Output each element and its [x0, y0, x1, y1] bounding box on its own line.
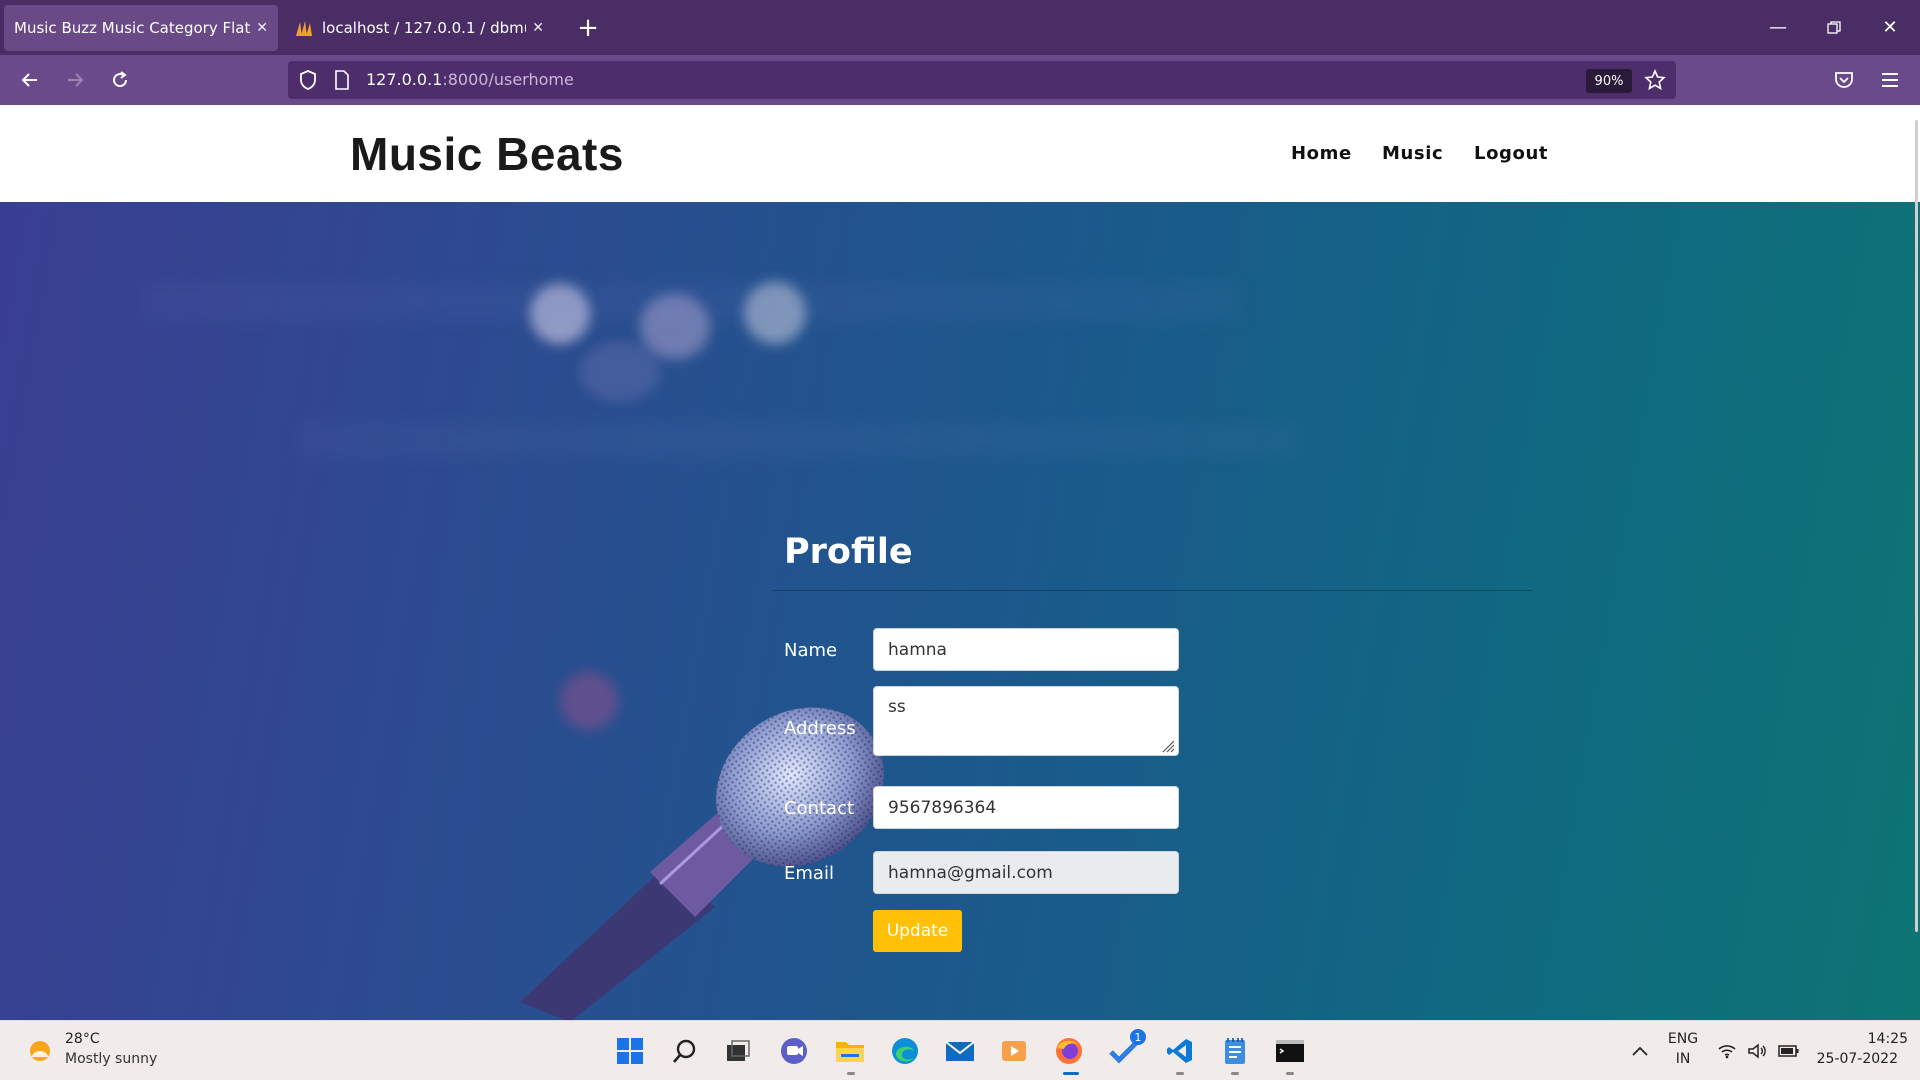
new-tab-button[interactable]: + — [574, 10, 602, 46]
running-indicator — [1286, 1072, 1294, 1075]
search-icon[interactable] — [669, 1035, 701, 1067]
page-viewport: Music Beats Home Music Logout Profile Na… — [0, 105, 1920, 1020]
tab-music-buzz[interactable]: Music Buzz Music Category Flat Boo ✕ — [4, 5, 278, 51]
tab-phpmyadmin[interactable]: localhost / 127.0.0.1 / dbmusicb ✕ — [284, 5, 554, 51]
url-bar[interactable]: 127.0.0.1:8000/userhome 90% — [288, 61, 1676, 99]
weather-temperature[interactable]: 28°C — [65, 1031, 100, 1047]
name-input[interactable]: hamna — [873, 628, 1179, 671]
pocket-icon[interactable] — [1826, 63, 1862, 97]
browser-toolbar: 127.0.0.1:8000/userhome 90% — [0, 55, 1920, 105]
divider — [772, 590, 1532, 591]
menu-icon[interactable] — [1872, 63, 1908, 97]
tab-title: Music Buzz Music Category Flat Boo — [14, 19, 251, 37]
todo-icon[interactable]: 1 — [1108, 1029, 1146, 1067]
phpmyadmin-icon — [294, 19, 314, 37]
bookmark-star-icon[interactable] — [1644, 68, 1666, 95]
tab-title: localhost / 127.0.0.1 / dbmusicb — [322, 19, 526, 37]
language-indicator[interactable]: ENG — [1667, 1031, 1699, 1047]
url-host: 127.0.0.1 — [366, 70, 443, 89]
windows-start-icon[interactable] — [614, 1035, 646, 1067]
weather-description[interactable]: Mostly sunny — [65, 1051, 157, 1067]
resize-grip-icon[interactable] — [1161, 738, 1175, 753]
notepad-icon[interactable] — [1219, 1035, 1251, 1067]
battery-icon[interactable] — [1776, 1035, 1802, 1067]
email-label: Email — [784, 863, 834, 884]
page-icon — [334, 70, 350, 94]
shield-icon[interactable] — [298, 69, 318, 95]
light-streak — [300, 422, 1300, 458]
name-label: Name — [784, 640, 838, 661]
nav-logout[interactable]: Logout — [1474, 143, 1548, 164]
clock-time[interactable]: 14:25 — [1816, 1031, 1908, 1047]
terminal-icon[interactable] — [1274, 1035, 1306, 1067]
file-explorer-icon[interactable] — [834, 1035, 866, 1067]
update-button[interactable]: Update — [873, 910, 962, 952]
zoom-level[interactable]: 90% — [1586, 69, 1632, 93]
minimize-button[interactable]: — — [1750, 0, 1806, 55]
nav-music[interactable]: Music — [1382, 143, 1443, 164]
edge-browser-icon[interactable] — [889, 1035, 921, 1067]
mail-icon[interactable] — [944, 1035, 976, 1067]
wifi-icon[interactable] — [1714, 1035, 1740, 1067]
contact-input[interactable]: 9567896364 — [873, 786, 1179, 829]
running-indicator — [1176, 1072, 1184, 1075]
profile-title: Profile — [784, 532, 913, 572]
active-indicator — [1063, 1072, 1079, 1075]
media-player-icon[interactable] — [998, 1035, 1030, 1067]
email-input[interactable]: hamna@gmail.com — [873, 851, 1179, 894]
address-value: ss — [888, 697, 906, 717]
restore-button[interactable] — [1806, 0, 1862, 55]
chevron-up-icon[interactable] — [1624, 1035, 1656, 1067]
scrollbar-thumb[interactable] — [1915, 120, 1918, 932]
volume-icon[interactable] — [1744, 1035, 1770, 1067]
hero-background: Profile Name hamna Address ss Contact 95… — [0, 202, 1920, 1020]
url-text[interactable]: 127.0.0.1:8000/userhome — [366, 70, 574, 89]
region-indicator[interactable]: IN — [1667, 1051, 1699, 1067]
task-view-icon[interactable] — [722, 1035, 754, 1067]
address-label: Address — [784, 718, 856, 739]
close-icon[interactable]: ✕ — [532, 20, 544, 36]
notification-badge: 1 — [1130, 1029, 1146, 1045]
back-button[interactable] — [12, 63, 48, 97]
teams-chat-icon[interactable] — [778, 1035, 810, 1067]
browser-tab-bar: Music Buzz Music Category Flat Boo ✕ loc… — [0, 0, 1920, 55]
close-window-button[interactable]: ✕ — [1862, 0, 1918, 55]
forward-button[interactable] — [57, 63, 93, 97]
url-path: :8000/userhome — [442, 70, 574, 89]
bokeh-light — [580, 342, 660, 402]
site-brand[interactable]: Music Beats — [350, 127, 624, 181]
clock-date[interactable]: 25-07-2022 — [1806, 1051, 1898, 1067]
taskbar: 28°C Mostly sunny 1 ENG IN 14:25 25-07-2… — [0, 1020, 1920, 1080]
close-icon[interactable]: ✕ — [256, 20, 268, 36]
running-indicator — [1231, 1072, 1239, 1075]
page-scrollbar[interactable] — [1912, 105, 1920, 1020]
vscode-icon[interactable] — [1164, 1035, 1196, 1067]
reload-button[interactable] — [102, 63, 138, 97]
firefox-icon[interactable] — [1053, 1035, 1085, 1067]
site-header: Music Beats Home Music Logout — [0, 105, 1920, 202]
contact-label: Contact — [784, 798, 855, 819]
nav-home[interactable]: Home — [1291, 143, 1352, 164]
running-indicator — [847, 1072, 855, 1075]
address-textarea[interactable]: ss — [873, 686, 1179, 756]
light-streak — [140, 282, 1240, 322]
weather-sun-icon[interactable] — [26, 1037, 54, 1065]
